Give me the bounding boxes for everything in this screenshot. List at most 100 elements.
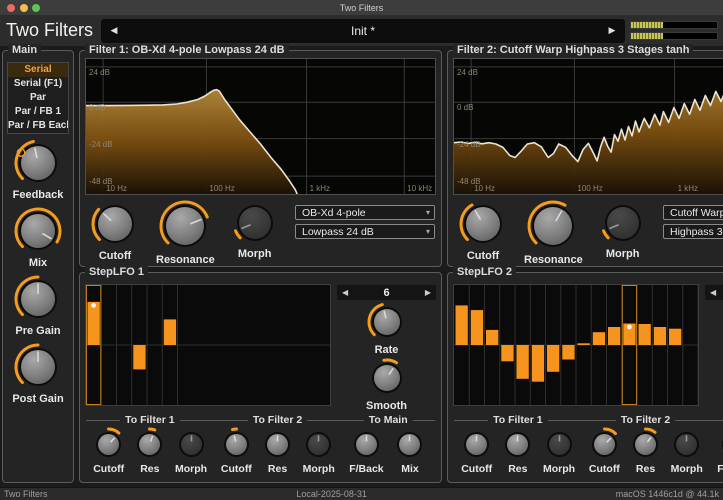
filter2-morph-knob[interactable]: Morph: [599, 199, 647, 260]
filter1-morph-knob[interactable]: Morph: [231, 199, 279, 260]
filter1-type-value: Lowpass 24 dB: [302, 226, 426, 238]
filter1-panel-label: Filter 1: OB-Xd 4-pole Lowpass 24 dB: [85, 44, 289, 56]
filter1-cutoff-label: Cutoff: [99, 250, 131, 262]
main-panel-label: Main: [8, 44, 41, 56]
lfo2-to-f2-res-knob[interactable]: Res: [627, 426, 664, 475]
prev-preset-button[interactable]: ◀: [101, 25, 127, 36]
filter1-controls: Cutoff Resonance Morph OB-Xd 4-pole ▾ Lo…: [90, 199, 435, 266]
steplfo2-panel: StepLFO 2 ◀ 16 ▶ Rate Smooth: [447, 272, 723, 483]
lfo1-to-main-mix-knob[interactable]: Mix: [391, 426, 428, 475]
filter2-controls: Cutoff Resonance Morph Cutoff Warp ▾ Hig…: [458, 199, 723, 266]
filter1-morph-label: Morph: [238, 248, 272, 260]
steplfo1-steps-stepper[interactable]: ◀ 6 ▶: [337, 285, 436, 300]
chevron-down-icon: ▾: [426, 208, 430, 217]
steplfo2-main: ◀ 16 ▶ Rate Smooth: [453, 284, 723, 412]
post-gain-label: Post Gain: [12, 393, 63, 405]
pre-gain-knob[interactable]: Pre Gain: [13, 274, 63, 337]
steplfo2-to-filter1-section: To Filter 1 Cutoff Res Morph: [454, 414, 582, 475]
steplfo1-rate-knob[interactable]: Rate: [366, 301, 408, 356]
steplfo2-steps-stepper[interactable]: ◀ 16 ▶: [705, 285, 723, 300]
lfo1-to-main-fback-knob[interactable]: F/Back: [348, 426, 385, 475]
feedback-label: Feedback: [13, 189, 64, 201]
close-button[interactable]: [7, 4, 15, 12]
main-panel: Main Serial Serial (F1) Par Par / FB 1 P…: [2, 50, 74, 483]
filter2-cutoff-label: Cutoff: [467, 250, 499, 262]
lfo2-to-f1-morph-knob[interactable]: Morph: [541, 426, 578, 475]
steplfo2-to-filter2-section: To Filter 2 Cutoff Res Morph: [582, 414, 710, 475]
steplfo1-panel-label: StepLFO 1: [85, 266, 148, 278]
steplfo1-main: ◀ 6 ▶ Rate Smooth: [85, 284, 436, 412]
lfo2-to-f2-cutoff-knob[interactable]: Cutoff: [586, 426, 623, 475]
minimize-button[interactable]: [20, 4, 28, 12]
lfo2-to-f2-morph-knob[interactable]: Morph: [668, 426, 705, 475]
routing-option-par[interactable]: Par: [8, 91, 68, 105]
lfo2-to-f1-res-knob[interactable]: Res: [499, 426, 536, 475]
steplfo1-rate-label: Rate: [375, 344, 399, 356]
steplfo1-panel: StepLFO 1 ◀ 6 ▶ Rate Smooth: [79, 272, 442, 483]
power-icon[interactable]: [16, 144, 26, 162]
preset-selector[interactable]: ◀ Init * ▶: [101, 19, 625, 43]
routing-option-serial-f1[interactable]: Serial (F1): [8, 77, 68, 91]
post-gain-knob[interactable]: Post Gain: [12, 342, 63, 405]
to-filter2-title: To Filter 2: [582, 414, 710, 426]
mix-knob[interactable]: Mix: [13, 206, 63, 269]
next-preset-button[interactable]: ▶: [599, 25, 625, 36]
lfo1-to-f1-morph-knob[interactable]: Morph: [173, 426, 210, 475]
status-bar: Two Filters Local-2025-08-31 macOS 1446c…: [0, 487, 723, 500]
filter2-selects: Cutoff Warp ▾ Highpass 3 Stages tanh ▾: [663, 205, 723, 239]
preset-name[interactable]: Init *: [127, 24, 599, 38]
steplfo1-smooth-label: Smooth: [366, 400, 407, 412]
steplfo1-right-controls: ◀ 6 ▶ Rate Smooth: [337, 284, 436, 412]
lfo1-to-f2-morph-knob[interactable]: Morph: [300, 426, 337, 475]
steplfo2-step-display[interactable]: [453, 284, 699, 406]
steplfo2-mod-row: To Filter 1 Cutoff Res Morph To Filter 2…: [454, 414, 723, 475]
filter2-cutoff-knob[interactable]: Cutoff: [458, 199, 508, 262]
filter1-response-graph: 24 dB0 dB-24 dB-48 dB10 Hz100 Hz1 kHz10 …: [85, 58, 436, 195]
maximize-button[interactable]: [32, 4, 40, 12]
plugin-header: Two Filters ◀ Init * ▶: [0, 15, 723, 46]
filter1-resonance-knob[interactable]: Resonance: [156, 199, 215, 266]
routing-option-par-fb-each[interactable]: Par / FB Each: [8, 119, 68, 133]
filter2-panel-label: Filter 2: Cutoff Warp Highpass 3 Stages …: [453, 44, 693, 56]
window-title: Two Filters: [340, 3, 384, 13]
steps-decrement-button[interactable]: ◀: [710, 288, 716, 297]
meter-right: [630, 32, 718, 40]
pre-gain-label: Pre Gain: [15, 325, 60, 337]
feedback-knob[interactable]: Feedback: [13, 138, 64, 201]
routing-option-par-fb-1[interactable]: Par / FB 1: [8, 105, 68, 119]
lfo1-to-f1-res-knob[interactable]: Res: [131, 426, 168, 475]
filter1-model-select[interactable]: OB-Xd 4-pole ▾: [295, 205, 435, 220]
steplfo1-step-display[interactable]: [85, 284, 331, 406]
steplfo1-mod-row: To Filter 1 Cutoff Res Morph To Filter 2…: [86, 414, 435, 475]
filter1-type-select[interactable]: Lowpass 24 dB ▾: [295, 224, 435, 239]
filter2-resonance-knob[interactable]: Resonance: [524, 199, 583, 266]
steplfo1-steps-count: 6: [383, 287, 389, 299]
steplfo1-to-main-section: To Main F/Back Mix: [341, 414, 435, 475]
steps-increment-button[interactable]: ▶: [425, 288, 431, 297]
output-level-meters: [630, 21, 718, 40]
steplfo1-to-filter1-section: To Filter 1 Cutoff Res Morph: [86, 414, 214, 475]
chevron-down-icon: ▾: [426, 227, 430, 236]
filter2-type-select[interactable]: Highpass 3 Stages tanh ▾: [663, 224, 723, 239]
steplfo1-to-filter2-section: To Filter 2 Cutoff Res Morph: [214, 414, 342, 475]
filter1-cutoff-knob[interactable]: Cutoff: [90, 199, 140, 262]
steps-decrement-button[interactable]: ◀: [342, 288, 348, 297]
steplfo1-smooth-knob[interactable]: Smooth: [366, 357, 408, 412]
steplfo2-to-main-section: To Main F/Back Mix: [709, 414, 723, 475]
to-filter2-title: To Filter 2: [214, 414, 342, 426]
lfo1-to-f2-res-knob[interactable]: Res: [259, 426, 296, 475]
filter2-panel: Filter 2: Cutoff Warp Highpass 3 Stages …: [447, 50, 723, 267]
traffic-lights: [7, 4, 40, 12]
mix-label: Mix: [29, 257, 47, 269]
lfo1-to-f2-cutoff-knob[interactable]: Cutoff: [218, 426, 255, 475]
filter2-model-select[interactable]: Cutoff Warp ▾: [663, 205, 723, 220]
routing-option-serial[interactable]: Serial: [8, 63, 68, 77]
lfo2-to-f1-cutoff-knob[interactable]: Cutoff: [458, 426, 495, 475]
filter1-panel: Filter 1: OB-Xd 4-pole Lowpass 24 dB 24 …: [79, 50, 442, 267]
filter2-response-graph: 24 dB0 dB-24 dB-48 dB10 Hz100 Hz1 kHz10 …: [453, 58, 723, 195]
filter1-selects: OB-Xd 4-pole ▾ Lowpass 24 dB ▾: [295, 205, 435, 239]
steplfo2-right-controls: ◀ 16 ▶ Rate Smooth: [705, 284, 723, 412]
filter1-resonance-label: Resonance: [156, 254, 215, 266]
lfo1-to-f1-cutoff-knob[interactable]: Cutoff: [90, 426, 127, 475]
lfo2-to-main-fback-knob[interactable]: F/Back: [716, 426, 723, 475]
